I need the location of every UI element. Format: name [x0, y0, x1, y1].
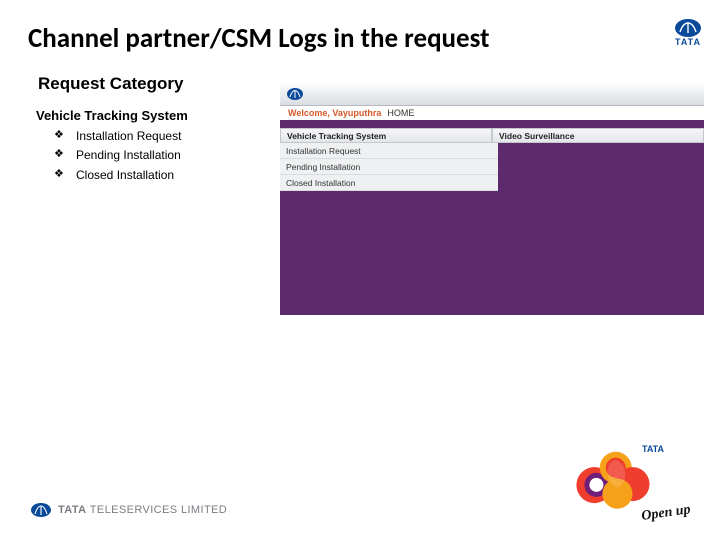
footer-logo: TATA TELESERVICES LIMITED — [30, 502, 227, 518]
home-link[interactable]: HOME — [387, 108, 414, 118]
bullet-item: ❖ Pending Installation — [54, 147, 181, 164]
menu-closed-installation[interactable]: Closed Installation — [280, 175, 498, 191]
tab-vehicle-tracking[interactable]: Vehicle Tracking System — [280, 128, 492, 143]
bullet-symbol-icon: ❖ — [54, 147, 76, 163]
bullet-text: Pending Installation — [76, 147, 181, 164]
tata-logo-caption: TATA — [675, 37, 701, 47]
tata-logo-top: TATA — [674, 18, 702, 47]
screenshot-tabs: Vehicle Tracking System Video Surveillan… — [280, 128, 704, 143]
docomo-logo: TATA Open up — [572, 438, 702, 528]
bullet-item: ❖ Closed Installation — [54, 167, 181, 184]
screenshot-header — [280, 83, 704, 106]
screenshot-welcome-bar: Welcome, Vayuputhra HOME — [280, 106, 704, 120]
bullet-text: Installation Request — [76, 128, 181, 145]
docomo-tagline: Open up — [640, 502, 691, 524]
welcome-label: Welcome, Vayuputhra — [288, 108, 381, 118]
menu-pending-installation[interactable]: Pending Installation — [280, 159, 498, 175]
tata-emblem-icon — [674, 18, 702, 38]
bullet-item: ❖ Installation Request — [54, 128, 181, 145]
section-subheading: Vehicle Tracking System — [36, 108, 188, 123]
tata-emblem-icon — [30, 502, 52, 518]
tab-video-surveillance[interactable]: Video Surveillance — [492, 128, 704, 143]
section-heading: Request Category — [38, 74, 183, 94]
bullet-list: ❖ Installation Request ❖ Pending Install… — [54, 128, 181, 186]
bullet-symbol-icon: ❖ — [54, 128, 76, 144]
docomo-tata-word: TATA — [642, 444, 664, 454]
menu-installation-request[interactable]: Installation Request — [280, 143, 498, 159]
tata-emblem-icon — [286, 87, 304, 101]
footer-company: TATA TELESERVICES LIMITED — [58, 504, 227, 516]
embedded-screenshot: Welcome, Vayuputhra HOME Vehicle Trackin… — [280, 83, 704, 315]
bullet-text: Closed Installation — [76, 167, 174, 184]
bullet-symbol-icon: ❖ — [54, 167, 76, 183]
slide-title: Channel partner/CSM Logs in the request — [28, 22, 489, 55]
screenshot-menu: Installation Request Pending Installatio… — [280, 143, 704, 191]
